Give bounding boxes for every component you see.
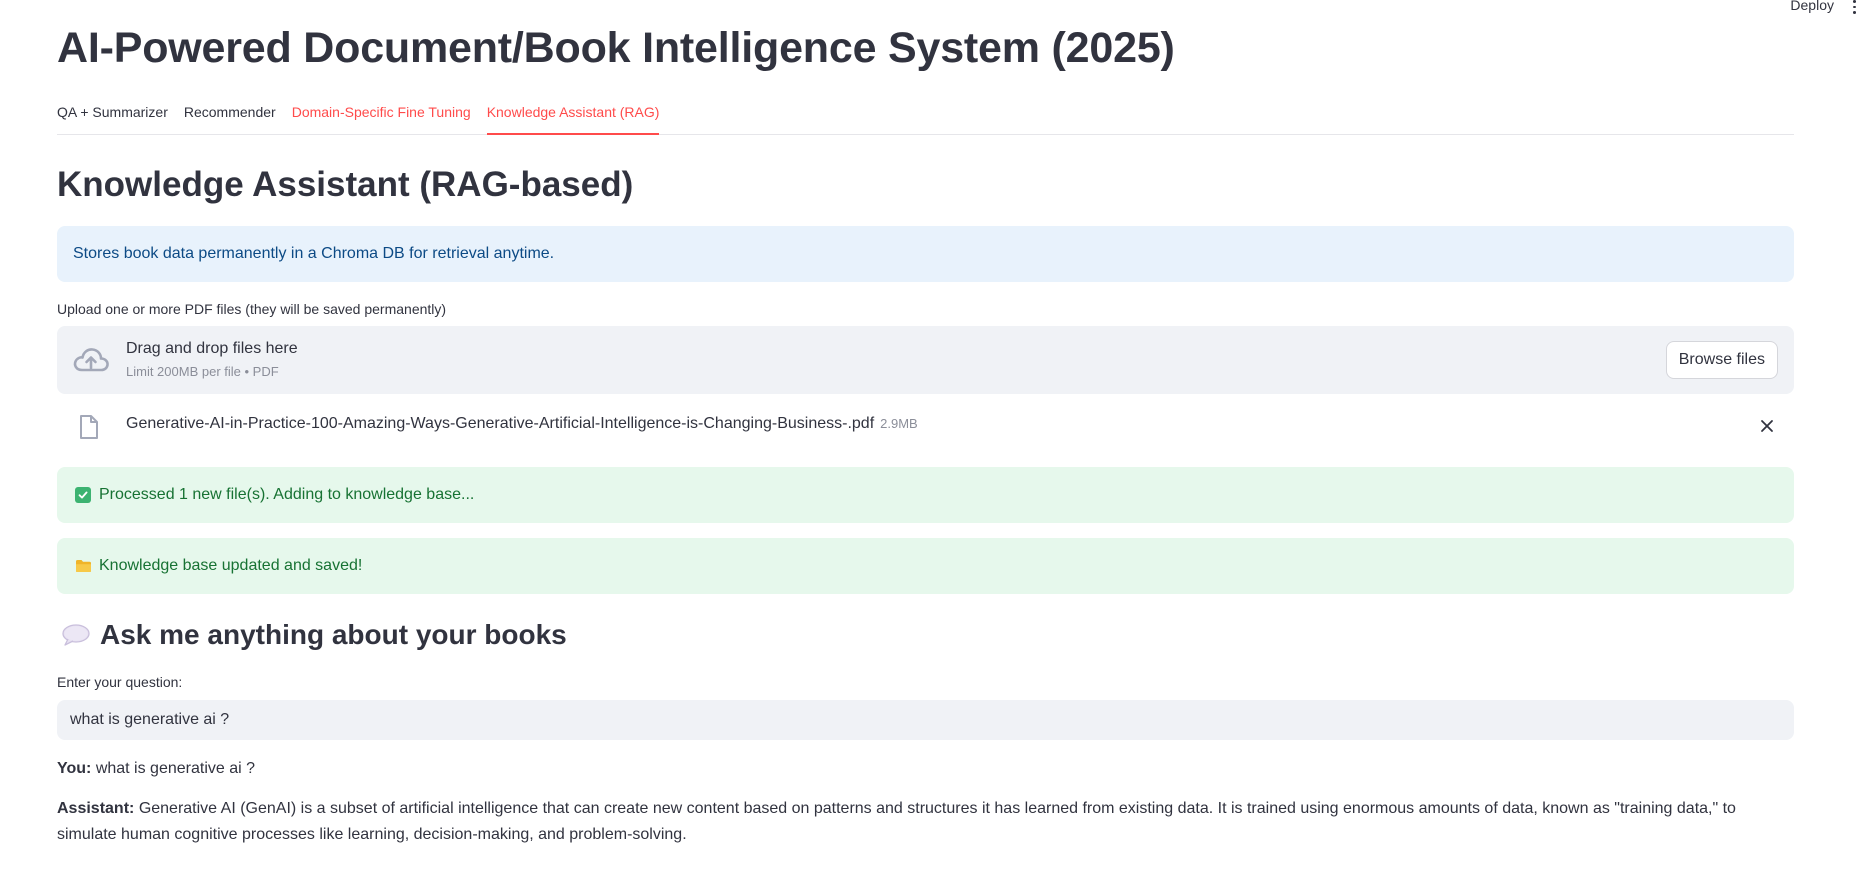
deploy-button[interactable]: Deploy [1790,0,1834,13]
speech-bubble-icon [62,624,90,646]
tab-knowledge-assistant[interactable]: Knowledge Assistant (RAG) [486,96,659,135]
dropzone-limit: Limit 200MB per file • PDF [126,364,279,379]
file-icon [80,415,98,439]
folder-icon [76,560,91,572]
app-page: Deploy AI-Powered Document/Book Intellig… [0,0,1860,874]
top-toolbar: Deploy [1790,0,1860,15]
uploaded-file-name: Generative-AI-in-Practice-100-Amazing-Wa… [126,415,918,433]
close-icon[interactable] [1758,417,1776,435]
question-label: Enter your question: [57,674,183,690]
tab-bar: QA + Summarizer Recommender Domain-Speci… [57,96,1794,135]
tab-recommender[interactable]: Recommender [184,96,276,134]
chat-user-message: You: what is generative ai ? [57,756,1794,782]
file-size: 2.9MB [880,416,918,431]
chat-assistant-text: Generative AI (GenAI) is a subset of art… [57,800,1736,843]
checkmark-icon [75,487,91,503]
app-title: AI-Powered Document/Book Intelligence Sy… [57,24,1175,72]
chat-user-label: You: [57,760,92,777]
tab-qa-summarizer[interactable]: QA + Summarizer [57,96,168,134]
file-dropzone[interactable]: Drag and drop files here Limit 200MB per… [57,326,1794,394]
kebab-vertical-icon[interactable] [1850,0,1858,15]
info-alert: Stores book data permanently in a Chroma… [57,226,1794,282]
browse-files-button[interactable]: Browse files [1665,341,1778,379]
ask-heading: Ask me anything about your books [57,619,567,651]
tab-domain-fine-tuning[interactable]: Domain-Specific Fine Tuning [292,96,471,134]
upload-label: Upload one or more PDF files (they will … [57,301,447,317]
success-processed-text: Processed 1 new file(s). Adding to knowl… [99,486,475,503]
success-updated-text: Knowledge base updated and saved! [99,557,363,574]
success-alert-processed: Processed 1 new file(s). Adding to knowl… [57,467,1794,523]
question-input[interactable] [57,700,1794,740]
info-alert-text: Stores book data permanently in a Chroma… [73,245,555,262]
file-name-text: Generative-AI-in-Practice-100-Amazing-Wa… [126,415,875,432]
success-alert-updated: Knowledge base updated and saved! [57,538,1794,594]
cloud-upload-icon [73,348,109,372]
chat-user-text: what is generative ai ? [95,760,256,777]
dropzone-title: Drag and drop files here [126,340,298,357]
chat-assistant-message: Assistant: Generative AI (GenAI) is a su… [57,796,1794,848]
uploaded-file-row: Generative-AI-in-Practice-100-Amazing-Wa… [57,406,1794,448]
ask-heading-text: Ask me anything about your books [100,619,567,650]
section-title: Knowledge Assistant (RAG-based) [57,165,634,204]
chat-assistant-label: Assistant: [57,800,135,817]
